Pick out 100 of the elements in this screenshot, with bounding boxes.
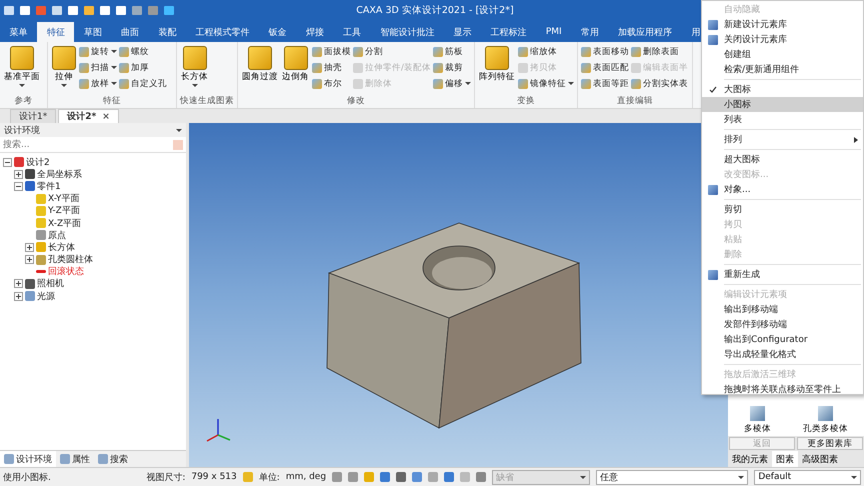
tree-item[interactable]: 原点 [48, 228, 66, 242]
expander-icon[interactable] [14, 170, 23, 179]
tool-icon [52, 46, 76, 70]
scheme-dropdown[interactable]: Default [754, 470, 861, 484]
tree-item[interactable]: 光源 [37, 290, 55, 303]
expander-icon[interactable] [14, 279, 23, 288]
ribbon-tab[interactable]: 特征 [37, 22, 74, 42]
ribbon-button[interactable]: 分割实体表 [630, 76, 688, 91]
ribbon-button[interactable]: 裁剪 [432, 60, 471, 75]
menu-item[interactable]: 拖拽时将关联点移动至零件上 [702, 382, 863, 397]
menu-item[interactable]: 新建设计元素库 [702, 17, 863, 32]
menu-item[interactable]: 小图标 [702, 97, 863, 112]
menu-item[interactable]: 排列 [702, 132, 863, 147]
tree-item[interactable]: 长方体 [48, 240, 75, 254]
ribbon-tab[interactable]: 常用 [571, 22, 608, 42]
ribbon-button[interactable]: 长方体 [180, 44, 209, 95]
panel-tab[interactable]: 属性 [56, 451, 94, 467]
ribbon-button[interactable]: 删除表面 [630, 44, 688, 59]
ribbon-button[interactable]: 表面等距 [580, 76, 629, 91]
ribbon-tab[interactable]: 加载应用程序 [608, 22, 682, 42]
tree-item[interactable]: 回滚状态 [48, 265, 84, 278]
ribbon-button[interactable]: 螺纹 [119, 44, 167, 59]
document-tab[interactable]: 设计2* × [58, 109, 119, 123]
tree-item[interactable]: 孔类圆柱体 [48, 253, 93, 266]
toolbar-icon[interactable] [444, 472, 454, 482]
tree-item[interactable]: 零件1 [37, 180, 61, 193]
ribbon-button[interactable]: 布尔 [312, 76, 351, 91]
expander-icon[interactable] [14, 182, 23, 191]
menu-item[interactable]: 创建组 [702, 47, 863, 62]
ribbon-button[interactable]: 自定义孔 [119, 76, 167, 91]
panel-tab[interactable]: 设计环境 [0, 451, 56, 467]
menu-item[interactable]: 对象... [702, 182, 863, 197]
catalog-item-label[interactable]: 孔类多棱体 [803, 423, 848, 435]
more-library-button[interactable]: 更多图素库 [797, 437, 863, 450]
menu-item[interactable]: 发部件到移动端 [702, 317, 863, 332]
tree-item[interactable]: 全局坐标系 [37, 168, 82, 181]
expander-icon[interactable] [14, 292, 23, 301]
snap-dropdown[interactable]: 任意 [596, 470, 748, 484]
ribbon-tab[interactable]: 显示 [444, 22, 482, 42]
ribbon-button[interactable]: 阵列特征 [478, 44, 516, 95]
document-tab[interactable]: 设计1* [10, 109, 56, 123]
toolbar-icon[interactable] [412, 472, 422, 482]
ribbon-tab[interactable]: 工程标注 [481, 22, 536, 42]
ribbon-tab[interactable]: PMI [536, 22, 572, 42]
menu-item[interactable]: 列表 [702, 112, 863, 127]
ribbon-button[interactable]: 边倒角 [281, 44, 310, 95]
menu-item[interactable]: 关闭设计元素库 [702, 32, 863, 47]
tree-item[interactable]: X-Y平面 [48, 192, 80, 206]
catalog-tab[interactable]: 高级图素 [798, 451, 842, 467]
ribbon-button[interactable]: 表面移动 [580, 44, 629, 59]
toolbar-icon[interactable] [396, 472, 406, 482]
caret-icon[interactable] [176, 128, 182, 132]
ribbon-button[interactable]: 扫描 [79, 60, 117, 75]
catalog-tab[interactable]: 图素 [772, 451, 798, 467]
close-icon[interactable]: × [102, 112, 110, 122]
toolbar-icon[interactable] [348, 472, 358, 482]
ribbon-tab[interactable]: 工具 [334, 22, 371, 42]
ribbon-tab[interactable]: 工程模式零件 [186, 22, 260, 42]
ribbon-button[interactable]: 镜像特征 [518, 76, 574, 91]
expander-icon[interactable] [25, 242, 34, 252]
ribbon-tab[interactable]: 智能设计批注 [370, 22, 444, 42]
ribbon-tab[interactable]: 曲面 [112, 22, 149, 42]
toolbar-icon[interactable] [476, 472, 486, 482]
tree-item[interactable]: X-Z平面 [48, 216, 82, 230]
ribbon-button[interactable]: 放样 [79, 76, 117, 91]
ribbon-tab[interactable]: 草图 [74, 22, 112, 42]
ribbon-button[interactable]: 抽壳 [312, 60, 351, 75]
menu-item[interactable]: 导出成轻量化格式 [702, 347, 863, 362]
catalog-item-label[interactable]: 多棱体 [744, 423, 771, 435]
expander-icon[interactable] [3, 158, 12, 167]
ribbon-button[interactable]: 加厚 [119, 60, 167, 75]
menu-item[interactable]: 输出到移动端 [702, 302, 863, 317]
ribbon-button[interactable]: 筋板 [432, 44, 471, 59]
toolbar-icon[interactable] [332, 472, 342, 482]
menu-item[interactable]: 检索/更新通用组件 [702, 62, 863, 77]
menu-item[interactable]: 大图标 [702, 82, 863, 97]
expander-icon[interactable] [25, 255, 34, 264]
ribbon-tab[interactable]: 焊接 [296, 22, 334, 42]
menu-item[interactable]: 剪切 [702, 202, 863, 217]
ribbon-tab[interactable]: 菜单 [0, 22, 38, 42]
ribbon-button[interactable]: 面拔模 [312, 44, 351, 59]
ribbon-button[interactable]: 拉伸 [51, 44, 77, 95]
ribbon-button[interactable]: 分割 [353, 44, 431, 59]
tree-item[interactable]: 照相机 [37, 277, 64, 290]
toolbar-icon[interactable] [380, 472, 390, 482]
tree-item[interactable]: Y-Z平面 [48, 204, 80, 218]
ribbon-tab[interactable]: 钣金 [259, 22, 296, 42]
ribbon-button[interactable]: 旋转 [79, 44, 117, 59]
menu-item[interactable]: 超大图标 [702, 152, 863, 167]
menu-item[interactable]: 输出到Configurator [702, 332, 863, 347]
menu-item[interactable]: 重新生成 [702, 267, 863, 282]
ribbon-button[interactable]: 基准平面 [3, 44, 41, 95]
ribbon-button[interactable]: 偏移 [432, 76, 471, 91]
ribbon-tab[interactable]: 装配 [148, 22, 186, 42]
catalog-tab[interactable]: 我的元素 [728, 451, 772, 467]
ribbon-button[interactable]: 缩放体 [518, 44, 574, 59]
ribbon-button[interactable]: 表面匹配 [580, 60, 629, 75]
tree-item[interactable]: 设计2 [26, 156, 50, 169]
panel-tab[interactable]: 搜索 [94, 451, 132, 467]
ribbon-button[interactable]: 圆角过渡 [241, 44, 279, 95]
